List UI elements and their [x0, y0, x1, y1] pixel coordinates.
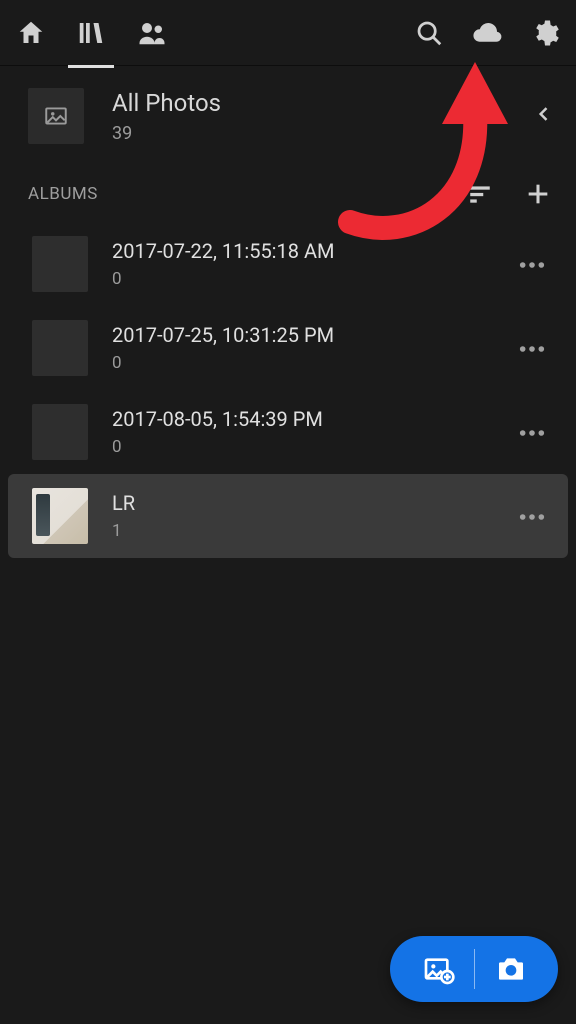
all-photos-text: All Photos 39 — [112, 89, 221, 144]
add-capture-fab[interactable] — [390, 936, 558, 1002]
home-icon[interactable] — [16, 18, 46, 48]
album-thumb — [32, 404, 88, 460]
album-count: 0 — [112, 269, 334, 289]
cloud-icon[interactable] — [470, 18, 504, 48]
album-title: 2017-07-22, 11:55:18 AM — [112, 239, 334, 263]
albums-header: ALBUMS — [0, 162, 576, 216]
more-icon[interactable] — [512, 333, 552, 364]
album-info: 2017-08-05, 1:54:39 PM 0 — [112, 407, 323, 457]
album-count: 0 — [112, 353, 334, 373]
add-photo-icon[interactable] — [420, 953, 456, 985]
more-icon[interactable] — [512, 501, 552, 532]
album-list: 2017-07-22, 11:55:18 AM02017-07-25, 10:3… — [0, 216, 576, 558]
album-thumb — [32, 488, 88, 544]
people-icon[interactable] — [136, 18, 168, 48]
library-icon[interactable] — [74, 18, 108, 48]
album-count: 1 — [112, 521, 135, 541]
camera-icon[interactable] — [493, 953, 529, 985]
album-title: 2017-07-25, 10:31:25 PM — [112, 323, 334, 347]
sort-icon[interactable] — [466, 181, 494, 207]
more-icon[interactable] — [512, 417, 552, 448]
album-title: 2017-08-05, 1:54:39 PM — [112, 407, 323, 431]
album-title: LR — [112, 491, 135, 515]
settings-icon[interactable] — [530, 18, 560, 48]
album-row[interactable]: LR 1 — [8, 474, 568, 558]
all-photos-thumb-icon — [28, 88, 84, 144]
all-photos-label: All Photos — [112, 89, 221, 117]
album-row[interactable]: 2017-07-22, 11:55:18 AM 0 — [8, 222, 568, 306]
album-thumb — [32, 236, 88, 292]
top-bar — [0, 0, 576, 66]
albums-actions — [466, 180, 552, 208]
top-bar-right — [414, 18, 560, 48]
top-bar-left — [16, 18, 168, 48]
album-info: 2017-07-25, 10:31:25 PM 0 — [112, 323, 334, 373]
album-thumb — [32, 320, 88, 376]
album-count: 0 — [112, 437, 323, 457]
all-photos-count: 39 — [112, 123, 221, 144]
all-photos-row[interactable]: All Photos 39 — [0, 66, 576, 162]
album-row[interactable]: 2017-08-05, 1:54:39 PM 0 — [8, 390, 568, 474]
search-icon[interactable] — [414, 18, 444, 48]
album-info: 2017-07-22, 11:55:18 AM 0 — [112, 239, 334, 289]
fab-divider — [474, 949, 475, 989]
collapse-chevron-icon[interactable] — [534, 100, 560, 132]
album-row[interactable]: 2017-07-25, 10:31:25 PM 0 — [8, 306, 568, 390]
more-icon[interactable] — [512, 249, 552, 280]
album-info: LR 1 — [112, 491, 135, 541]
albums-section-label: ALBUMS — [28, 184, 98, 204]
add-album-icon[interactable] — [524, 180, 552, 208]
